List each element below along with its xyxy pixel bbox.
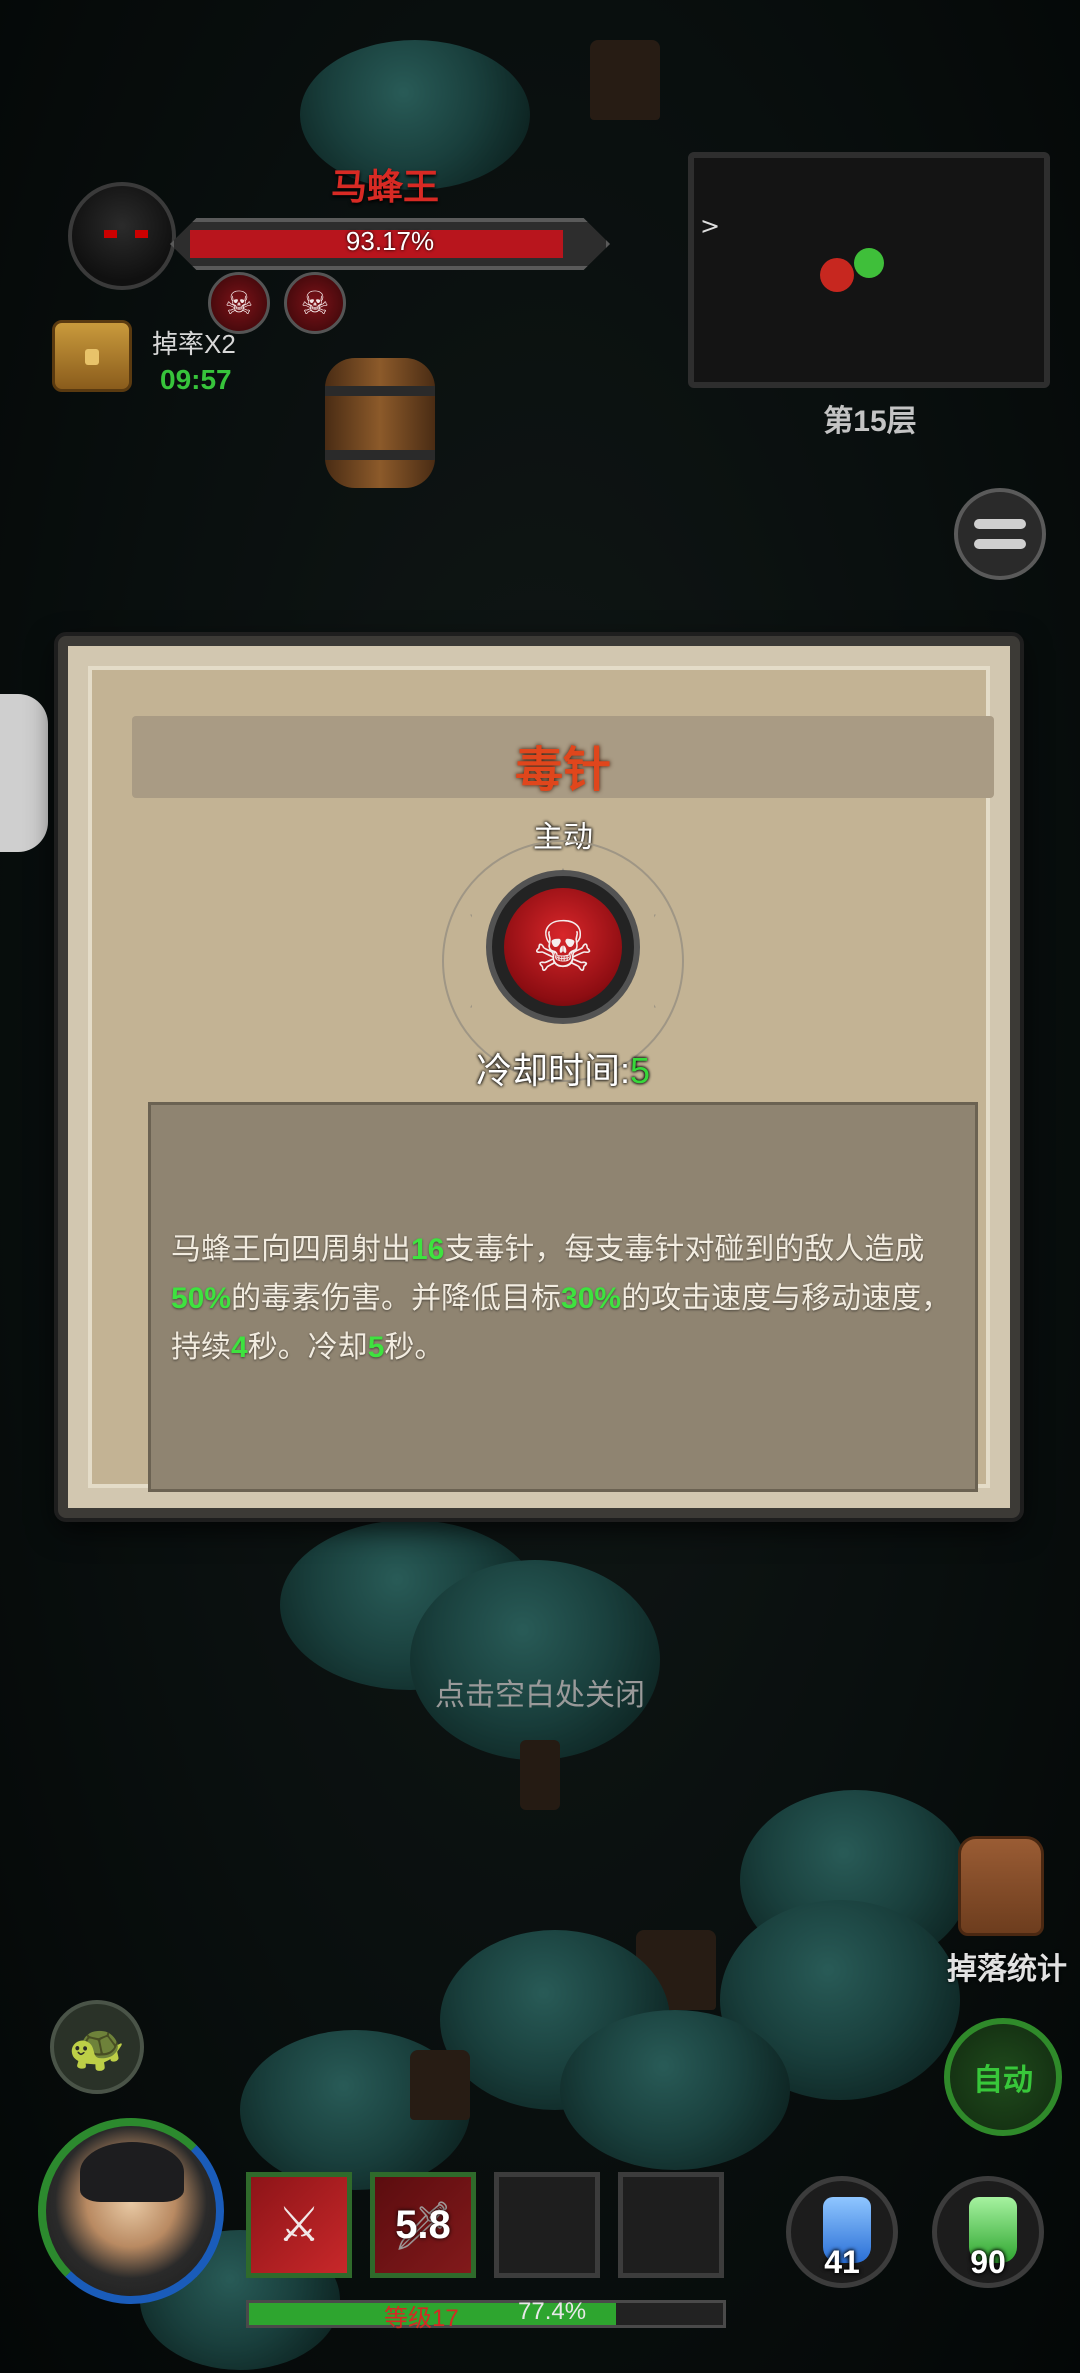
side-handle[interactable]: [0, 694, 48, 852]
barrel: [325, 358, 435, 488]
desc-text: 秒。冷却: [247, 1331, 368, 1364]
xp-bar: [246, 2300, 726, 2328]
drop-rate-timer: 09:57: [160, 364, 232, 395]
desc-number: 50%: [171, 1282, 232, 1315]
skill-slot-1[interactable]: ⚔: [246, 2172, 352, 2278]
cooldown-value: 5: [629, 1050, 651, 1091]
green-potion-count: 90: [970, 2244, 1006, 2280]
drop-rate-label: 掉率X2: [152, 329, 236, 359]
minimap[interactable]: >: [688, 152, 1050, 388]
minimap-arrow-icon: >: [700, 212, 721, 240]
turtle-speed-button[interactable]: 🐢: [50, 2000, 144, 2094]
desc-number: 16: [411, 1233, 445, 1266]
skill-title: 毒针: [514, 744, 611, 797]
skill-slot-3-empty[interactable]: [494, 2172, 600, 2278]
xp-percent: 77.4%: [518, 2298, 587, 2325]
skill-cooldown: 冷却时间:5: [92, 1042, 1034, 1094]
boss-skill-skull-icon[interactable]: ☠: [284, 272, 346, 334]
boss-avatar: [68, 182, 176, 290]
minimap-player-marker: [854, 248, 884, 278]
boss-hp-text: 93.17%: [345, 226, 435, 256]
desc-text: 支毒针，每支毒针对碰到的敌人造成: [444, 1233, 925, 1266]
backpack-icon[interactable]: [958, 1836, 1044, 1936]
skill-detail-modal: 毒针 主动 ☠ 冷却时间:5 马蜂王向四周射出16支毒针，每支毒针对碰到的敌人造…: [58, 636, 1020, 1518]
skill-slot-4-empty[interactable]: [618, 2172, 724, 2278]
desc-number: 30%: [561, 1282, 622, 1315]
skill-slot-2[interactable]: 🗡 5.8: [370, 2172, 476, 2278]
desc-text: 的毒素伤害。并降低目标: [231, 1282, 562, 1315]
desc-text: 马蜂王向四周射出: [171, 1233, 411, 1266]
menu-button[interactable]: [954, 488, 1046, 580]
floor-label: 第15层: [823, 405, 917, 438]
desc-number: 5: [367, 1331, 385, 1364]
boss-name: 马蜂王: [330, 166, 439, 207]
desc-text: 秒。: [384, 1331, 445, 1364]
desc-number: 4: [231, 1331, 248, 1364]
drop-stats-label[interactable]: 掉落统计: [932, 1944, 1080, 1988]
minimap-boss-marker: [820, 258, 854, 292]
level-text: 等级17: [384, 2305, 459, 2332]
skill-description: 马蜂王向四周射出16支毒针，每支毒针对碰到的敌人造成 50%的毒素伤害。并降低目标…: [171, 1225, 961, 1372]
green-potion-button[interactable]: 90: [932, 2176, 1044, 2288]
blue-potion-button[interactable]: 41: [786, 2176, 898, 2288]
skull-skill-icon: ☠: [486, 870, 640, 1024]
treasure-chest-icon: [52, 320, 132, 392]
cooldown-label: 冷却时间:: [475, 1050, 630, 1091]
skill-slot-cooldown: 5.8: [375, 2177, 471, 2273]
sword-slash-icon: ⚔: [277, 2197, 321, 2253]
blue-potion-count: 41: [824, 2244, 860, 2280]
close-hint[interactable]: 点击空白处关闭: [0, 1670, 1080, 1714]
skill-description-box: 马蜂王向四周射出16支毒针，每支毒针对碰到的敌人造成 50%的毒素伤害。并降低目标…: [148, 1102, 978, 1492]
modal-panel: 毒针 主动 ☠ 冷却时间:5 马蜂王向四周射出16支毒针，每支毒针对碰到的敌人造…: [88, 666, 994, 1492]
auto-button[interactable]: 自动: [944, 2018, 1062, 2136]
hero-portrait[interactable]: [38, 2118, 224, 2304]
